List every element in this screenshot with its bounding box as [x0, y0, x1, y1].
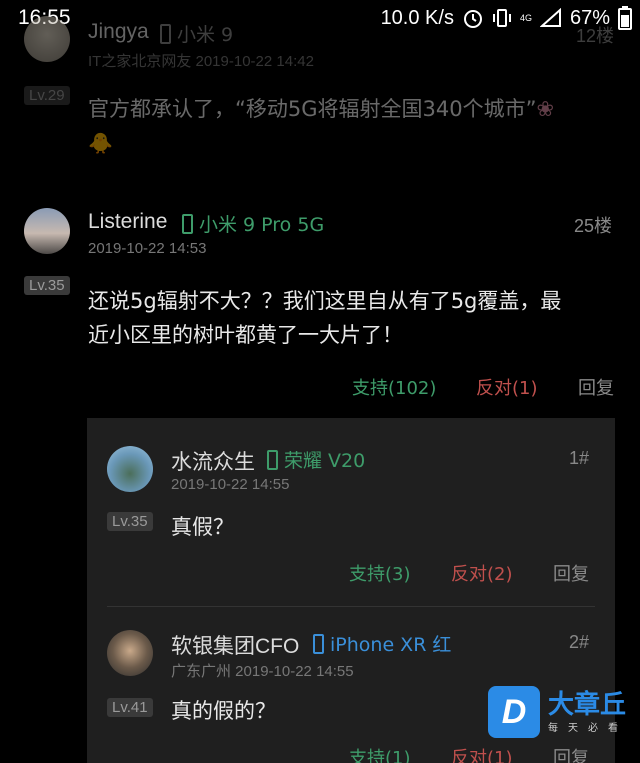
watermark-text: 大章丘 每天必看: [548, 691, 628, 734]
floor-number: 2#: [569, 632, 590, 652]
avatar[interactable]: [24, 16, 70, 62]
level-badge: Lv.41: [107, 698, 153, 717]
content-line: 官方都承认了，“移动5G将辐射全国340个城市”: [88, 97, 537, 121]
avatar[interactable]: [24, 208, 70, 254]
signal-4g-icon: 4G: [519, 12, 532, 23]
floor-number: 25楼: [574, 216, 613, 236]
phone-icon: [267, 449, 278, 470]
battery-icon: [618, 6, 632, 30]
post-content: 官方都承认了，“移动5G将辐射全国340个城市”❀ 🐥: [88, 92, 628, 160]
watermark-logo-icon: D: [488, 686, 540, 738]
reply-content: 真的假的？: [171, 699, 276, 723]
watermark: D 大章丘 每天必看: [488, 686, 628, 738]
device-name: 小米 9 Pro 5G: [199, 214, 325, 236]
device-label: 荣耀 V20: [267, 446, 365, 473]
device-label: iPhone XR 红: [313, 630, 451, 657]
phone-icon: [160, 23, 171, 44]
username[interactable]: Listerine: [88, 210, 167, 234]
divider: [107, 606, 595, 607]
floor-number: 12楼: [576, 26, 615, 46]
phone-icon: [182, 213, 193, 234]
post-content: 还说5g辐射不大？？我们这里自从有了5g覆盖，最 近小区里的树叶都黄了一大片了！: [88, 284, 618, 352]
username[interactable]: 软银集团CFO: [171, 630, 299, 660]
oppose-button[interactable]: 反对(1): [476, 374, 538, 400]
reply-meta: 2019-10-22 14:55: [171, 476, 290, 493]
avatar[interactable]: [107, 446, 153, 492]
username[interactable]: Jingya: [88, 20, 149, 44]
level-badge: Lv.35: [24, 276, 70, 295]
device-label: 小米 9 Pro 5G: [182, 210, 324, 237]
support-button[interactable]: 支持(102): [352, 374, 436, 400]
reply-content: 真假？: [171, 515, 234, 539]
level-badge: Lv.29: [24, 86, 70, 105]
alarm-icon: [462, 7, 484, 29]
content-line: 近小区里的树叶都黄了一大片了！: [88, 323, 403, 347]
chick-emoji: 🐥: [88, 131, 113, 155]
reply-button[interactable]: 回复: [578, 374, 614, 400]
device-label: 小米 9: [160, 20, 233, 47]
signal-4g-label: 4G: [519, 12, 532, 23]
oppose-button[interactable]: 反对(2): [451, 560, 513, 586]
post-meta: IT之家北京网友 2019-10-22 14:42: [88, 53, 314, 70]
avatar[interactable]: [107, 630, 153, 676]
oppose-button[interactable]: 反对(1): [451, 744, 513, 763]
support-button[interactable]: 支持(3): [349, 560, 411, 586]
username[interactable]: 水流众生: [171, 446, 255, 476]
device-name: iPhone XR 红: [330, 634, 452, 656]
device-name: 小米 9: [177, 24, 234, 46]
device-name: 荣耀 V20: [284, 450, 366, 472]
flower-emoji: ❀: [536, 97, 555, 121]
level-badge: Lv.35: [107, 512, 153, 531]
vibrate-icon: [492, 7, 512, 29]
reply-meta: 广东广州 2019-10-22 14:55: [171, 663, 354, 680]
support-button[interactable]: 支持(1): [349, 744, 411, 763]
reply-button[interactable]: 回复: [553, 560, 589, 586]
post-meta: 2019-10-22 14:53: [88, 240, 207, 257]
content-line: 还说5g辐射不大？？我们这里自从有了5g覆盖，最: [88, 289, 562, 313]
reply-button[interactable]: 回复: [553, 744, 589, 763]
floor-number: 1#: [569, 448, 590, 468]
watermark-title: 大章丘: [548, 689, 627, 720]
watermark-subtitle: 每天必看: [548, 722, 628, 734]
phone-icon: [313, 633, 324, 654]
cellular-signal-icon: [539, 8, 562, 28]
network-speed: 10.0 K/s: [380, 6, 454, 29]
